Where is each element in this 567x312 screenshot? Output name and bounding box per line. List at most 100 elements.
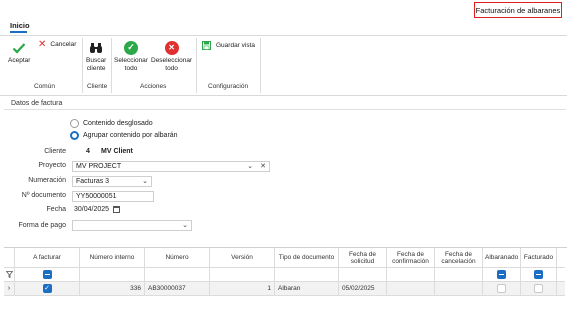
- cell-version: 1: [210, 282, 275, 296]
- proyecto-select[interactable]: MV PROJECT ⌄ ✕: [72, 161, 270, 172]
- radio-dot: [70, 119, 79, 128]
- grid-corner: [4, 248, 15, 268]
- header-numero[interactable]: Número: [145, 248, 210, 268]
- header-albaranado[interactable]: Albaranado: [483, 248, 521, 268]
- buscar-label-1: Buscar: [86, 57, 107, 64]
- group-label-cliente: Cliente: [87, 83, 108, 90]
- header-overflow: [557, 248, 565, 268]
- section-title: Datos de factura: [11, 100, 63, 107]
- guardar-vista-label: Guardar vista: [216, 41, 256, 49]
- deselect-all-x-icon: ✕: [164, 41, 179, 55]
- chevron-down-icon[interactable]: ⌄: [247, 162, 253, 170]
- filter-a-facturar-checkbox[interactable]: [42, 270, 52, 279]
- chevron-down-icon[interactable]: ⌄: [142, 177, 148, 185]
- header-fecha-solicitud-l1: Fecha de: [348, 250, 377, 258]
- group-label-configuracion: Configuración: [208, 83, 249, 90]
- table-row[interactable]: › ✓ 336 AB30000037 1 Albaran 05/02/2025: [4, 282, 565, 296]
- seleccionar-label-1: Seleccionar: [114, 57, 148, 64]
- filter-a-facturar[interactable]: [15, 268, 80, 282]
- filter-cell[interactable]: [387, 268, 435, 282]
- header-fecha-confirmacion-l1: Fecha de: [396, 250, 425, 258]
- filter-overflow: [557, 268, 565, 282]
- filter-cell[interactable]: [210, 268, 275, 282]
- header-numero-interno[interactable]: Número interno: [80, 248, 145, 268]
- numeracion-value: Facturas 3: [76, 178, 110, 185]
- filter-cell[interactable]: [435, 268, 483, 282]
- guardar-vista-button[interactable]: Guardar vista: [202, 41, 255, 50]
- filter-cell[interactable]: [339, 268, 387, 282]
- header-fecha-cancelacion[interactable]: Fecha de cancelación: [435, 248, 483, 268]
- fecha-label: Fecha: [46, 206, 66, 213]
- fecha-value[interactable]: 30/04/2025: [74, 206, 109, 213]
- documento-input[interactable]: YY50000051: [72, 191, 154, 202]
- checkmark-icon: [12, 41, 26, 55]
- filter-facturado-checkbox[interactable]: [534, 270, 543, 279]
- radio-desglosado-label: Contenido desglosado: [83, 120, 153, 127]
- cell-numero: AB30000037: [145, 282, 210, 296]
- header-a-facturar[interactable]: A facturar: [15, 248, 80, 268]
- header-fecha-cancelacion-l1: Fecha de: [444, 250, 473, 258]
- seleccionar-todo-button[interactable]: ✓ Seleccionar todo: [114, 41, 148, 72]
- header-fecha-cancelacion-l2: cancelación: [441, 257, 476, 265]
- cell-numero-interno: 336: [80, 282, 145, 296]
- select-all-check-icon: ✓: [123, 41, 138, 55]
- ribbon-separator: [196, 38, 197, 93]
- radio-agrupar-por-albaran[interactable]: Agrupar contenido por albarán: [70, 131, 178, 140]
- cell-fecha-solicitud: 05/02/2025: [339, 282, 387, 296]
- seleccionar-label-2: todo: [124, 64, 138, 72]
- filter-facturado[interactable]: [521, 268, 557, 282]
- clear-icon[interactable]: ✕: [260, 162, 266, 170]
- deseleccionar-label-1: Deseleccionar: [151, 57, 193, 64]
- aceptar-button[interactable]: Aceptar: [8, 41, 30, 65]
- forma-pago-select[interactable]: ⌄: [72, 220, 192, 231]
- documento-label: Nº documento: [21, 192, 66, 199]
- calendar-icon[interactable]: [113, 206, 120, 213]
- radio-contenido-desglosado[interactable]: Contenido desglosado: [70, 119, 153, 128]
- section-divider: [4, 109, 566, 110]
- cancelar-button[interactable]: ✕ Cancelar: [38, 39, 77, 50]
- header-fecha-confirmacion-l2: confirmación: [392, 257, 429, 265]
- tab-active-indicator: [10, 31, 27, 33]
- forma-pago-label: Forma de pago: [18, 222, 66, 229]
- numeracion-select[interactable]: Facturas 3 ⌄: [72, 176, 152, 187]
- grid-filter-row: [4, 268, 565, 282]
- cell-a-facturar[interactable]: ✓: [15, 282, 80, 296]
- row-albaranado-checkbox: [497, 284, 506, 293]
- ribbon-separator: [260, 38, 261, 93]
- window-title: Facturación de albaranes: [474, 2, 562, 18]
- cell-fecha-cancelacion: [435, 282, 483, 296]
- proyecto-label: Proyecto: [38, 162, 66, 169]
- header-fecha-confirmacion[interactable]: Fecha de confirmación: [387, 248, 435, 268]
- filter-albaranado-checkbox[interactable]: [497, 270, 506, 279]
- filter-cell[interactable]: [80, 268, 145, 282]
- save-icon: [202, 41, 211, 50]
- row-checkbox-checked[interactable]: ✓: [42, 284, 52, 293]
- cell-albaranado: [483, 282, 521, 296]
- filter-albaranado[interactable]: [483, 268, 521, 282]
- ribbon-top-divider: [0, 35, 567, 36]
- header-tipo-documento[interactable]: Tipo de documento: [275, 248, 339, 268]
- row-expand-icon[interactable]: ›: [4, 282, 15, 296]
- group-label-comun: Común: [34, 83, 55, 90]
- albaranes-grid: A facturar Número interno Número Versión…: [4, 247, 567, 296]
- ribbon-bottom-divider: [0, 95, 567, 96]
- deseleccionar-todo-button[interactable]: ✕ Deseleccionar todo: [151, 41, 192, 72]
- close-icon: ✕: [38, 39, 47, 50]
- chevron-down-icon[interactable]: ⌄: [182, 221, 188, 229]
- header-fecha-solicitud-l2: solicitud: [350, 257, 375, 265]
- tab-inicio[interactable]: Inicio: [10, 21, 30, 30]
- cliente-code: 4: [86, 148, 90, 155]
- filter-icon[interactable]: [4, 268, 15, 282]
- cancelar-label: Cancelar: [50, 41, 77, 48]
- header-fecha-solicitud[interactable]: Fecha de solicitud: [339, 248, 387, 268]
- header-version[interactable]: Versión: [210, 248, 275, 268]
- group-label-acciones: Acciones: [140, 83, 167, 90]
- radio-agrupar-label: Agrupar contenido por albarán: [83, 132, 178, 139]
- cell-overflow: [557, 282, 565, 296]
- filter-cell[interactable]: [275, 268, 339, 282]
- cell-facturado: [521, 282, 557, 296]
- buscar-cliente-button[interactable]: Buscar cliente: [86, 41, 106, 72]
- cliente-label: Cliente: [44, 148, 66, 155]
- filter-cell[interactable]: [145, 268, 210, 282]
- header-facturado[interactable]: Facturado: [521, 248, 557, 268]
